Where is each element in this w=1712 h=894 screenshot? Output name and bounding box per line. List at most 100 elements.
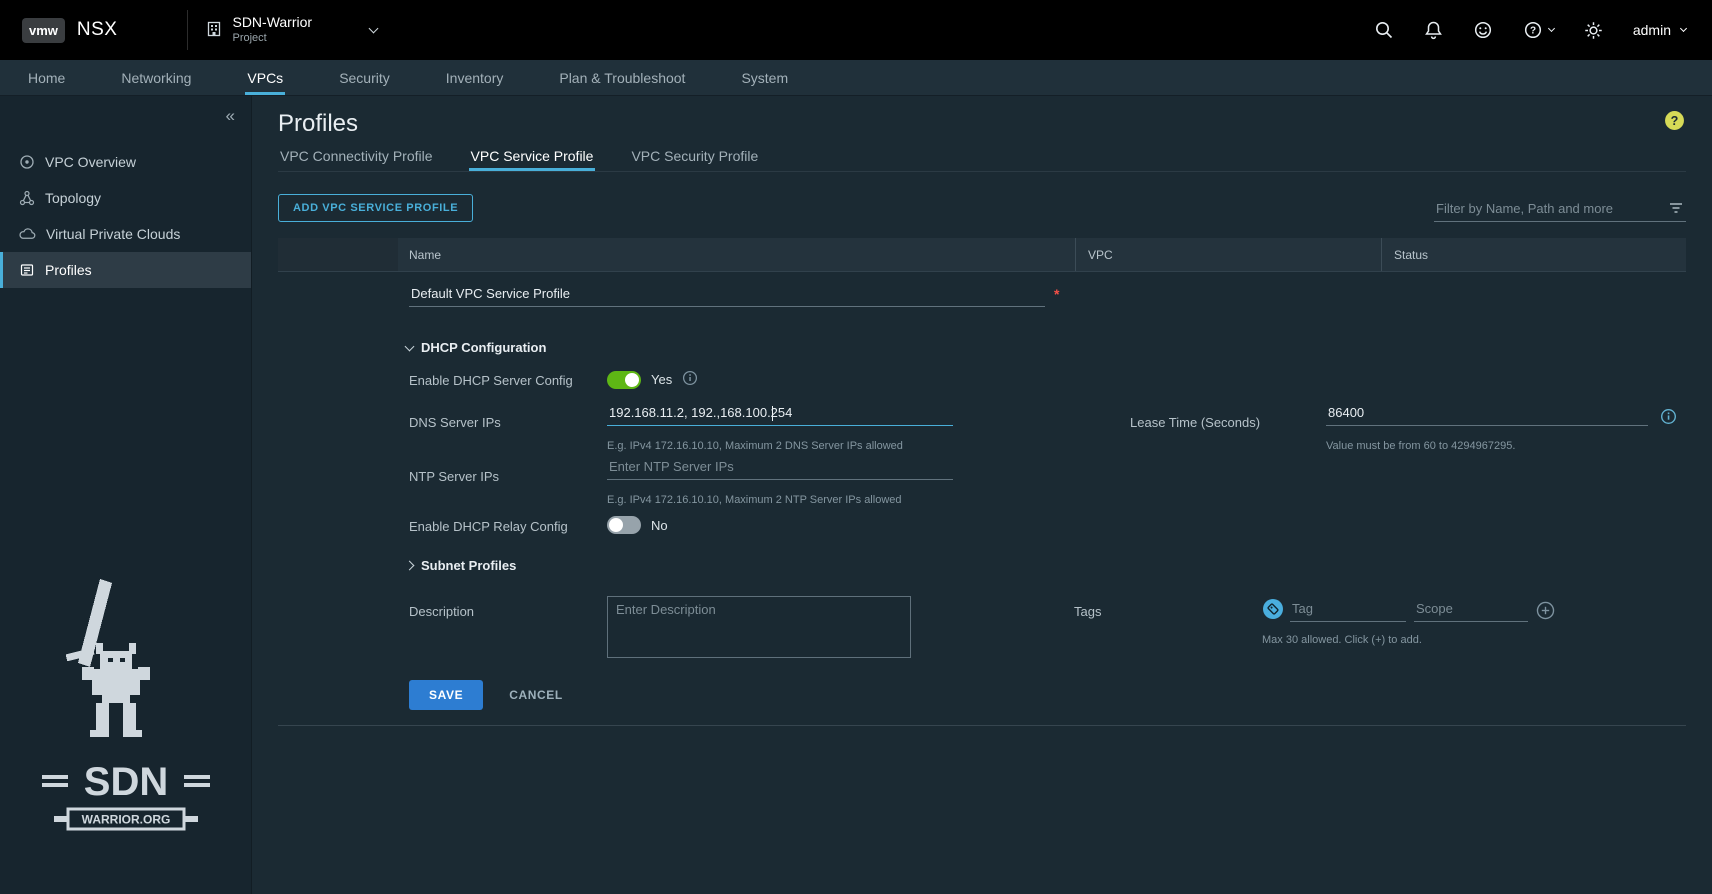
ntp-server-ips-input[interactable] bbox=[607, 457, 953, 480]
dhcp-configuration-section-toggle[interactable]: DHCP Configuration bbox=[406, 340, 546, 355]
enable-dhcp-relay-toggle[interactable] bbox=[607, 516, 641, 534]
save-button[interactable]: SAVE bbox=[409, 680, 483, 710]
info-icon[interactable] bbox=[682, 370, 698, 389]
lease-time-label: Lease Time (Seconds) bbox=[1130, 415, 1260, 430]
text-cursor bbox=[772, 406, 773, 421]
column-header-vpc[interactable]: VPC bbox=[1075, 238, 1381, 271]
page-title: Profiles bbox=[278, 110, 358, 138]
nav-item-networking[interactable]: Networking bbox=[119, 60, 193, 95]
tags-hint: Max 30 allowed. Click (+) to add. bbox=[1262, 634, 1422, 646]
nav-item-security[interactable]: Security bbox=[337, 60, 392, 95]
enable-dhcp-relay-value: No bbox=[651, 518, 668, 533]
help-glyph: ? bbox=[1530, 26, 1536, 37]
username: admin bbox=[1633, 22, 1671, 38]
theme-sun-icon[interactable] bbox=[1584, 21, 1603, 40]
page-help-glyph: ? bbox=[1671, 114, 1679, 128]
cloud-icon bbox=[19, 227, 36, 241]
row-gutter bbox=[278, 238, 398, 271]
nav-item-system[interactable]: System bbox=[739, 60, 790, 95]
sidebar-item-vpc-overview[interactable]: VPC Overview bbox=[0, 144, 251, 180]
filter-box bbox=[1434, 198, 1686, 222]
enable-dhcp-relay-label: Enable DHCP Relay Config bbox=[409, 519, 568, 534]
notifications-bell-icon[interactable] bbox=[1424, 20, 1443, 40]
lease-time-input[interactable] bbox=[1326, 403, 1648, 426]
sidebar: « VPC Overview Topology Virtual Private … bbox=[0, 96, 252, 894]
tag-input[interactable] bbox=[1290, 599, 1406, 622]
user-menu[interactable]: admin bbox=[1633, 22, 1686, 38]
subnet-profiles-section-toggle[interactable]: Subnet Profiles bbox=[406, 558, 516, 573]
filter-icon[interactable] bbox=[1668, 201, 1684, 218]
top-bar: vmw NSX SDN-Warrior Project ? admin bbox=[0, 0, 1712, 60]
sdn-warrior-watermark: SDN WARRIOR.ORG bbox=[40, 579, 212, 851]
profile-name-input[interactable] bbox=[409, 284, 1045, 307]
dns-server-ips-label: DNS Server IPs bbox=[409, 415, 501, 430]
topbar-actions: ? admin bbox=[1374, 20, 1686, 40]
required-marker: * bbox=[1054, 286, 1059, 302]
lease-time-hint: Value must be from 60 to 4294967295. bbox=[1326, 440, 1515, 452]
column-label: VPC bbox=[1088, 248, 1113, 262]
filter-input[interactable] bbox=[1434, 198, 1686, 222]
chevron-down-icon bbox=[1548, 25, 1555, 32]
toggle-knob bbox=[609, 518, 623, 532]
topology-icon bbox=[19, 190, 35, 206]
search-icon[interactable] bbox=[1374, 20, 1394, 40]
column-label: Name bbox=[409, 248, 441, 262]
watermark-title: SDN bbox=[84, 760, 168, 804]
profiles-table-header: Name VPC Status bbox=[278, 238, 1686, 272]
add-vpc-service-profile-button[interactable]: ADD VPC SERVICE PROFILE bbox=[278, 194, 473, 222]
project-names: SDN-Warrior Project bbox=[232, 14, 312, 45]
nav-item-vpcs[interactable]: VPCs bbox=[245, 60, 285, 95]
vpc-service-profile-form: * DHCP Configuration Enable DHCP Server … bbox=[278, 272, 1686, 726]
sidebar-item-label: Topology bbox=[45, 190, 101, 206]
add-tag-plus-icon[interactable] bbox=[1536, 601, 1555, 620]
sidebar-item-virtual-private-clouds[interactable]: Virtual Private Clouds bbox=[0, 216, 251, 252]
sidebar-item-profiles[interactable]: Profiles bbox=[0, 252, 251, 288]
ntp-server-ips-hint: E.g. IPv4 172.16.10.10, Maximum 2 NTP Se… bbox=[607, 494, 902, 506]
tab-vpc-service-profile[interactable]: VPC Service Profile bbox=[469, 144, 596, 171]
help-menu-icon[interactable]: ? bbox=[1523, 20, 1554, 40]
profiles-icon bbox=[19, 262, 35, 278]
enable-dhcp-server-toggle[interactable] bbox=[607, 371, 641, 389]
nav-item-plan-troubleshoot[interactable]: Plan & Troubleshoot bbox=[557, 60, 687, 95]
project-name: SDN-Warrior bbox=[232, 14, 312, 32]
chevron-down-icon bbox=[369, 24, 379, 34]
enable-dhcp-server-value: Yes bbox=[651, 372, 672, 387]
column-header-status[interactable]: Status bbox=[1381, 238, 1686, 271]
chevron-down-icon bbox=[1680, 25, 1687, 32]
sidebar-item-label: Profiles bbox=[45, 262, 92, 278]
nav-item-home[interactable]: Home bbox=[26, 60, 67, 95]
sidebar-item-topology[interactable]: Topology bbox=[0, 180, 251, 216]
section-title: DHCP Configuration bbox=[421, 340, 546, 355]
cancel-button[interactable]: CANCEL bbox=[509, 688, 563, 702]
project-selector[interactable]: SDN-Warrior Project bbox=[187, 10, 377, 50]
enable-dhcp-server-label: Enable DHCP Server Config bbox=[409, 373, 573, 388]
column-header-name[interactable]: Name bbox=[278, 238, 1075, 271]
page-help-icon[interactable]: ? bbox=[1664, 110, 1685, 134]
info-icon[interactable] bbox=[1660, 408, 1677, 428]
tab-vpc-connectivity-profile[interactable]: VPC Connectivity Profile bbox=[278, 144, 435, 171]
section-title: Subnet Profiles bbox=[421, 558, 516, 573]
scope-input[interactable] bbox=[1414, 599, 1528, 622]
description-textarea[interactable] bbox=[607, 596, 911, 658]
dns-server-ips-input[interactable] bbox=[607, 403, 953, 426]
sidebar-item-label: VPC Overview bbox=[45, 154, 136, 170]
tab-vpc-security-profile[interactable]: VPC Security Profile bbox=[629, 144, 760, 171]
main-nav: Home Networking VPCs Security Inventory … bbox=[0, 60, 1712, 96]
feedback-smiley-icon[interactable] bbox=[1473, 20, 1493, 40]
collapse-sidebar-icon[interactable]: « bbox=[226, 106, 235, 126]
description-label: Description bbox=[409, 604, 474, 619]
profile-tabs: VPC Connectivity Profile VPC Service Pro… bbox=[278, 144, 1686, 172]
vmware-logo: vmw bbox=[22, 18, 65, 43]
dns-server-ips-hint: E.g. IPv4 172.16.10.10, Maximum 2 DNS Se… bbox=[607, 440, 903, 452]
product-name: NSX bbox=[77, 19, 118, 41]
vpc-overview-icon bbox=[19, 154, 35, 170]
nav-item-inventory[interactable]: Inventory bbox=[444, 60, 506, 95]
watermark-subtitle: WARRIOR.ORG bbox=[82, 813, 171, 827]
column-label: Status bbox=[1394, 248, 1428, 262]
tags-label: Tags bbox=[1074, 604, 1101, 619]
sidebar-item-label: Virtual Private Clouds bbox=[46, 226, 180, 242]
project-label: Project bbox=[232, 32, 312, 46]
building-icon bbox=[206, 20, 222, 41]
tag-icon bbox=[1262, 598, 1284, 623]
toggle-knob bbox=[625, 373, 639, 387]
